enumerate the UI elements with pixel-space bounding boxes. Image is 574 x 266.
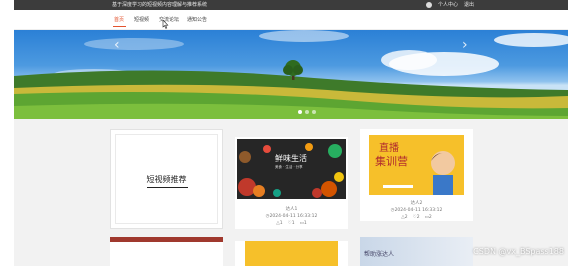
page: 基于深度学习的短视频内容理解与推荐系统 个人中心 退出 首页 短视频 交流论坛 …	[0, 0, 574, 266]
video-thumbnail[interactable]	[245, 241, 338, 266]
favorite-count: 2	[416, 215, 420, 220]
video-author: 达人2	[410, 201, 423, 206]
video-card[interactable]: 直播 集训营 达人2 ◷2024-04-11 16:33:12 △2 ♡2 ▭2	[360, 129, 473, 221]
favorite-count: 1	[291, 221, 295, 226]
video-thumbnail[interactable]	[110, 237, 223, 242]
content-area: 短视频推荐 鲜味生活 美食 · 生活 · 分享 达人1 ◷2024-04-11 …	[14, 119, 568, 266]
video-time: ◷2024-04-11 16:33:12	[360, 208, 473, 214]
user-area: 个人中心 退出	[425, 1, 474, 9]
thumbnail-caption: 帮助涨达人	[364, 251, 395, 258]
banner-indicator[interactable]	[305, 110, 309, 114]
top-bar: 基于深度学习的短视频内容理解与推荐系统 个人中心 退出	[14, 0, 568, 10]
video-thumbnail[interactable]: 直播 集训营	[369, 135, 464, 195]
recommend-title-card: 短视频推荐	[110, 129, 223, 229]
video-time: ◷2024-04-11 16:33:12	[235, 214, 348, 220]
like-count: 2	[404, 215, 408, 220]
recommend-title: 短视频推荐	[146, 175, 187, 184]
favorite-stat[interactable]: ♡1	[288, 221, 295, 227]
thumbnail-caption-line2: 集训营	[375, 155, 408, 168]
video-stats: △1 ♡1 ▭1	[235, 221, 348, 227]
like-count: 1	[279, 221, 283, 226]
banner-next-arrow-icon[interactable]: ›	[462, 38, 468, 52]
recommend-title-underline	[147, 187, 188, 188]
site-title: 基于深度学习的短视频内容理解与推荐系统	[112, 2, 208, 8]
thumbnail-subcaption: 美食 · 生活 · 分享	[275, 165, 303, 169]
favorite-stat[interactable]: ♡2	[413, 215, 420, 221]
comment-count: 1	[303, 221, 307, 226]
banner-indicator[interactable]	[298, 110, 302, 114]
video-thumbnail[interactable]: 鲜味生活 美食 · 生活 · 分享	[237, 139, 346, 199]
video-card[interactable]: 帮助涨达人	[360, 237, 473, 266]
video-stats: △2 ♡2 ▭2	[360, 215, 473, 221]
video-card[interactable]: 鲜味生活 美食 · 生活 · 分享 达人1 ◷2024-04-11 16:33:…	[235, 137, 348, 229]
nav-item-notices[interactable]: 通知公告	[187, 16, 207, 24]
personal-center-link[interactable]: 个人中心	[438, 1, 458, 9]
banner-indicators	[298, 110, 316, 114]
watermark: CSDN @vx_BSpass188	[473, 247, 564, 256]
comment-stat[interactable]: ▭1	[300, 221, 307, 227]
mouse-cursor-icon	[162, 20, 169, 29]
main-nav: 首页 短视频 交流论坛 通知公告	[14, 10, 568, 30]
comment-count: 2	[428, 215, 432, 220]
banner-prev-arrow-icon[interactable]: ‹	[114, 38, 120, 52]
thumbnail-caption-line1: 直播	[379, 143, 399, 154]
banner-indicator[interactable]	[312, 110, 316, 114]
banner-landscape-image	[14, 30, 568, 119]
video-time-text: 2024-04-11 16:33:12	[269, 214, 318, 219]
active-nav-underline	[113, 26, 126, 27]
thumbnail-caption: 鲜味生活	[275, 154, 307, 163]
like-stat[interactable]: △2	[401, 215, 407, 221]
comment-stat[interactable]: ▭2	[425, 215, 432, 221]
video-author: 达人1	[285, 207, 298, 212]
logout-link[interactable]: 退出	[464, 1, 474, 9]
user-icon[interactable]	[425, 2, 432, 8]
like-stat[interactable]: △1	[276, 221, 282, 227]
nav-item-home[interactable]: 首页	[114, 16, 124, 24]
video-card[interactable]	[110, 237, 223, 266]
nav-item-videos[interactable]: 短视频	[134, 16, 149, 24]
video-card[interactable]	[235, 241, 348, 266]
video-thumbnail[interactable]: 帮助涨达人	[360, 237, 473, 266]
banner-carousel[interactable]: ‹ ›	[14, 30, 568, 119]
video-time-text: 2024-04-11 16:33:12	[394, 208, 443, 213]
